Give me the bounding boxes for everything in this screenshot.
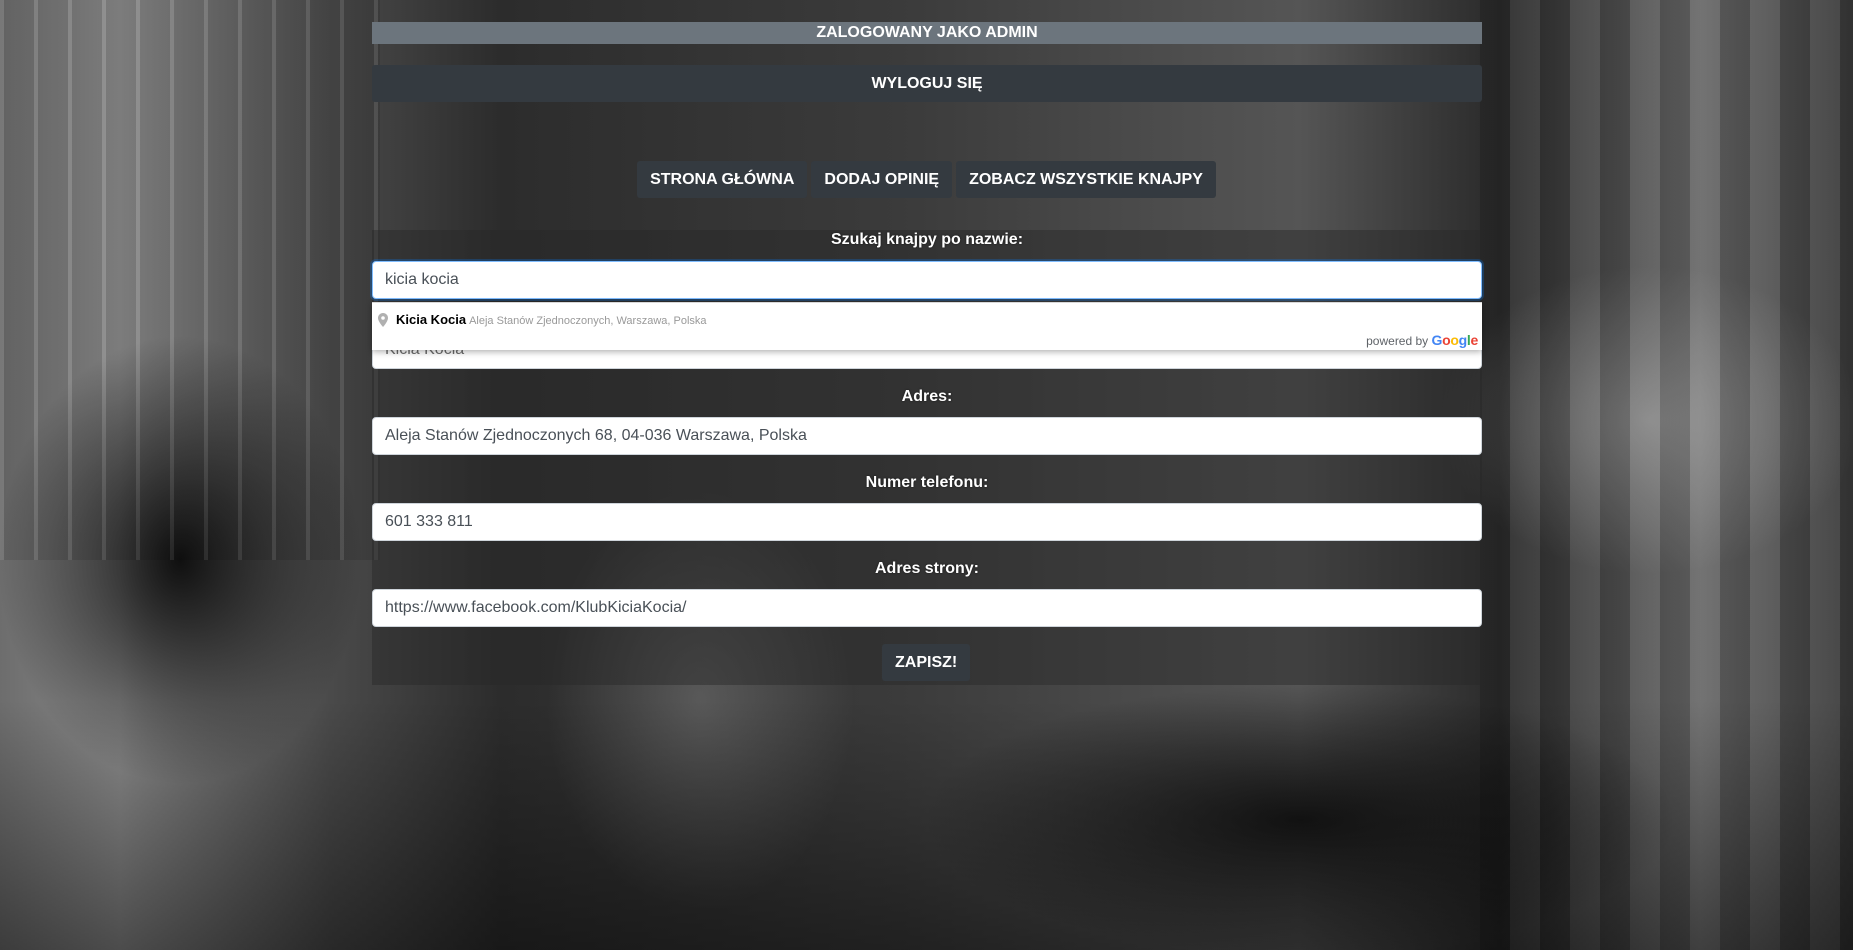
powered-by-google: powered by Google: [1366, 332, 1478, 348]
nav-home-button[interactable]: STRONA GŁÓWNA: [637, 161, 808, 198]
phone-field[interactable]: 601 333 811: [372, 503, 1482, 541]
background-floor: [0, 700, 1853, 950]
google-logo-icon: Google: [1431, 332, 1479, 348]
autocomplete-suggestion[interactable]: Kicia Kocia Aleja Stanów Zjednoczonych, W…: [378, 308, 707, 332]
phone-label: Numer telefonu:: [865, 474, 989, 491]
address-field[interactable]: Aleja Stanów Zjednoczonych 68, 04-036 Wa…: [372, 417, 1482, 455]
logged-in-banner: ZALOGOWANY JAKO ADMIN: [372, 22, 1482, 44]
powered-by-text: powered by: [1366, 334, 1429, 348]
suggestion-name: Kicia Kocia: [396, 312, 467, 327]
suggestion-address: Aleja Stanów Zjednoczonych, Warszawa, Po…: [469, 315, 707, 327]
autocomplete-dropdown: Kicia Kocia Aleja Stanów Zjednoczonych, W…: [372, 302, 1482, 350]
search-input[interactable]: kicia kocia: [372, 261, 1482, 299]
logout-button[interactable]: WYLOGUJ SIĘ: [372, 65, 1482, 102]
nav-add-review-button[interactable]: DODAJ OPINIĘ: [811, 161, 953, 198]
nav-all-places-button[interactable]: ZOBACZ WSZYSTKIE KNAJPY: [956, 161, 1216, 198]
main-nav: STRONA GŁÓWNA DODAJ OPINIĘ ZOBACZ WSZYST…: [0, 161, 1853, 198]
search-label: Szukaj knajpy po nazwie:: [830, 231, 1024, 248]
website-label: Adres strony:: [874, 560, 980, 577]
website-field[interactable]: https://www.facebook.com/KlubKiciaKocia/: [372, 589, 1482, 627]
map-pin-icon: [378, 312, 388, 327]
address-label: Adres:: [901, 388, 953, 405]
background-wall-left: [0, 0, 380, 560]
save-button[interactable]: ZAPISZ!: [882, 644, 971, 681]
